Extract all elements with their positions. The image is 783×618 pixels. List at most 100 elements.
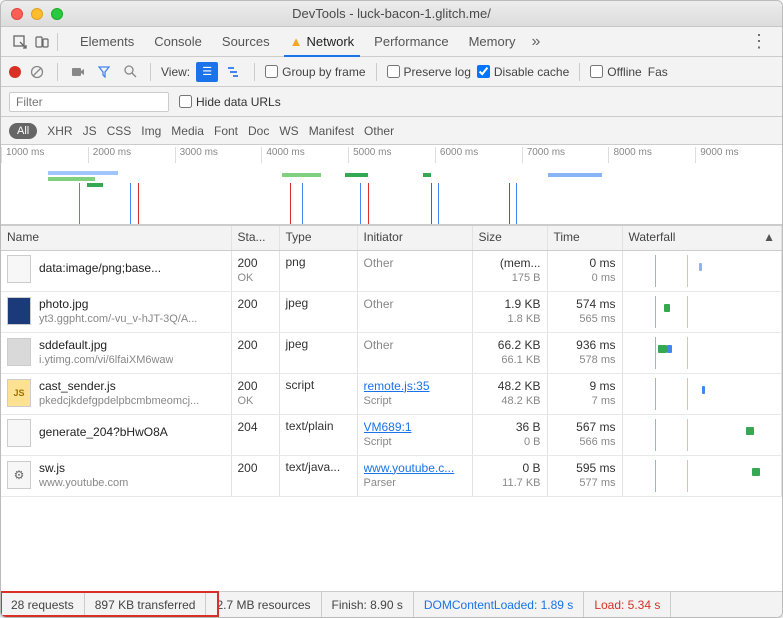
tab-performance[interactable]: Performance xyxy=(364,27,458,56)
resource-thumbnail: ⚙ xyxy=(7,461,31,489)
table-row[interactable]: JS cast_sender.jspkedcjkdefgpdelpbcmbmeom… xyxy=(1,373,782,414)
table-row[interactable]: generate_204?bHwO8A204text/plainVM689:1S… xyxy=(1,414,782,455)
throttling-label[interactable]: Fas xyxy=(648,65,668,79)
device-toggle-icon[interactable] xyxy=(31,31,53,53)
type-filter-manifest[interactable]: Manifest xyxy=(309,124,354,138)
resource-domain: pkedcjkdefgpdelpbcmbmeomcj... xyxy=(39,394,199,409)
disable-cache-checkbox[interactable]: Disable cache xyxy=(477,65,569,79)
type-filter-font[interactable]: Font xyxy=(214,124,238,138)
column-header[interactable]: Time xyxy=(547,226,622,250)
status-requests: 28 requests xyxy=(1,592,85,617)
record-button[interactable] xyxy=(9,66,21,78)
column-header[interactable]: Type xyxy=(279,226,357,250)
search-icon[interactable] xyxy=(120,62,140,82)
resource-thumbnail xyxy=(7,297,31,325)
waterfall-cell xyxy=(629,337,776,369)
timeline-tick: 7000 ms xyxy=(522,147,609,163)
status-bar: 28 requests 897 KB transferred 2.7 MB re… xyxy=(1,591,782,617)
tab-elements[interactable]: Elements xyxy=(70,27,144,56)
resource-name: generate_204?bHwO8A xyxy=(39,424,168,440)
requests-table[interactable]: NameSta...TypeInitiatorSizeTimeWaterfall… xyxy=(1,225,782,591)
table-row[interactable]: photo.jpgyt3.ggpht.com/-vu_v-hJT-3Q/A...… xyxy=(1,291,782,332)
resource-thumbnail xyxy=(7,338,31,366)
timeline-tick: 3000 ms xyxy=(175,147,262,163)
status-domcontentloaded: DOMContentLoaded: 1.89 s xyxy=(414,592,584,617)
type-filter-xhr[interactable]: XHR xyxy=(47,124,72,138)
more-tabs-icon[interactable]: » xyxy=(532,33,541,51)
clear-icon[interactable] xyxy=(27,62,47,82)
waterfall-view-icon[interactable] xyxy=(224,62,244,82)
initiator-link[interactable]: remote.js:35 xyxy=(364,378,466,394)
column-header[interactable]: Name xyxy=(1,226,231,250)
resource-name: photo.jpg xyxy=(39,296,197,312)
status-finish: Finish: 8.90 s xyxy=(322,592,414,617)
resource-domain: i.ytimg.com/vi/6lfaiXM6waw xyxy=(39,353,173,368)
filter-input[interactable] xyxy=(9,92,169,112)
resource-type-bar: All XHR JS CSS Img Media Font Doc WS Manifest Othe… xyxy=(1,117,782,145)
table-row[interactable]: data:image/png;base...200OKpngOther(mem.… xyxy=(1,250,782,291)
settings-menu-icon[interactable]: ⋮ xyxy=(744,31,774,52)
tab-network[interactable]: ▲Network xyxy=(280,27,365,56)
resource-name: sddefault.jpg xyxy=(39,337,173,353)
table-row[interactable]: ⚙sw.jswww.youtube.com200text/java...www.… xyxy=(1,455,782,496)
camera-icon[interactable] xyxy=(68,62,88,82)
network-toolbar: View: ☰ Group by frame Preserve log Disa… xyxy=(1,57,782,87)
waterfall-cell xyxy=(629,460,776,492)
titlebar: DevTools - luck-bacon-1.glitch.me/ xyxy=(1,1,782,27)
waterfall-cell xyxy=(629,296,776,328)
tab-memory[interactable]: Memory xyxy=(459,27,526,56)
preserve-log-checkbox[interactable]: Preserve log xyxy=(387,65,471,79)
column-header[interactable]: Sta... xyxy=(231,226,279,250)
waterfall-cell xyxy=(629,419,776,451)
sort-arrow-icon: ▲ xyxy=(763,230,775,244)
window-title: DevTools - luck-bacon-1.glitch.me/ xyxy=(1,6,782,21)
offline-checkbox[interactable]: Offline xyxy=(590,65,641,79)
view-label: View: xyxy=(161,65,190,79)
type-filter-css[interactable]: CSS xyxy=(107,124,132,138)
type-filter-media[interactable]: Media xyxy=(171,124,204,138)
table-row[interactable]: sddefault.jpgi.ytimg.com/vi/6lfaiXM6waw2… xyxy=(1,332,782,373)
resource-domain: www.youtube.com xyxy=(39,476,128,491)
timeline-tick: 5000 ms xyxy=(348,147,435,163)
timeline-overview[interactable]: 1000 ms2000 ms3000 ms4000 ms5000 ms6000 … xyxy=(1,145,782,225)
resource-thumbnail: JS xyxy=(7,379,31,407)
group-by-frame-checkbox[interactable]: Group by frame xyxy=(265,65,365,79)
devtools-window: DevTools - luck-bacon-1.glitch.me/ Eleme… xyxy=(0,0,783,618)
inspect-icon[interactable] xyxy=(9,31,31,53)
type-filter-other[interactable]: Other xyxy=(364,124,394,138)
initiator-link[interactable]: VM689:1 xyxy=(364,419,466,435)
waterfall-cell xyxy=(629,255,776,287)
type-filter-img[interactable]: Img xyxy=(141,124,161,138)
resource-thumbnail xyxy=(7,419,31,447)
resource-thumbnail xyxy=(7,255,31,283)
resource-name: data:image/png;base... xyxy=(39,260,161,276)
status-resources: 2.7 MB resources xyxy=(206,592,321,617)
type-filter-all[interactable]: All xyxy=(9,123,37,139)
type-filter-doc[interactable]: Doc xyxy=(248,124,269,138)
type-filter-ws[interactable]: WS xyxy=(279,124,298,138)
timeline-tick: 8000 ms xyxy=(608,147,695,163)
timeline-tick: 4000 ms xyxy=(261,147,348,163)
type-filter-js[interactable]: JS xyxy=(83,124,97,138)
hide-data-urls-checkbox[interactable]: Hide data URLs xyxy=(179,95,281,109)
column-header[interactable]: Initiator xyxy=(357,226,472,250)
timeline-tick: 2000 ms xyxy=(88,147,175,163)
tab-sources[interactable]: Sources xyxy=(212,27,280,56)
filter-bar: Hide data URLs xyxy=(1,87,782,117)
initiator-link[interactable]: www.youtube.c... xyxy=(364,460,466,476)
column-header[interactable]: Waterfall▲ xyxy=(622,226,782,250)
tab-console[interactable]: Console xyxy=(144,27,212,56)
warning-icon: ▲ xyxy=(290,34,303,49)
status-load: Load: 5.34 s xyxy=(584,592,671,617)
timeline-tick: 9000 ms xyxy=(695,147,782,163)
column-header[interactable]: Size xyxy=(472,226,547,250)
resource-domain: yt3.ggpht.com/-vu_v-hJT-3Q/A... xyxy=(39,312,197,327)
resource-name: cast_sender.js xyxy=(39,378,199,394)
timeline-tick: 1000 ms xyxy=(1,147,88,163)
status-transferred: 897 KB transferred xyxy=(85,592,207,617)
filter-icon[interactable] xyxy=(94,62,114,82)
waterfall-cell xyxy=(629,378,776,410)
panel-tabbar: ElementsConsoleSources▲NetworkPerformanc… xyxy=(1,27,782,57)
large-rows-button[interactable]: ☰ xyxy=(196,62,218,82)
timeline-tick: 6000 ms xyxy=(435,147,522,163)
